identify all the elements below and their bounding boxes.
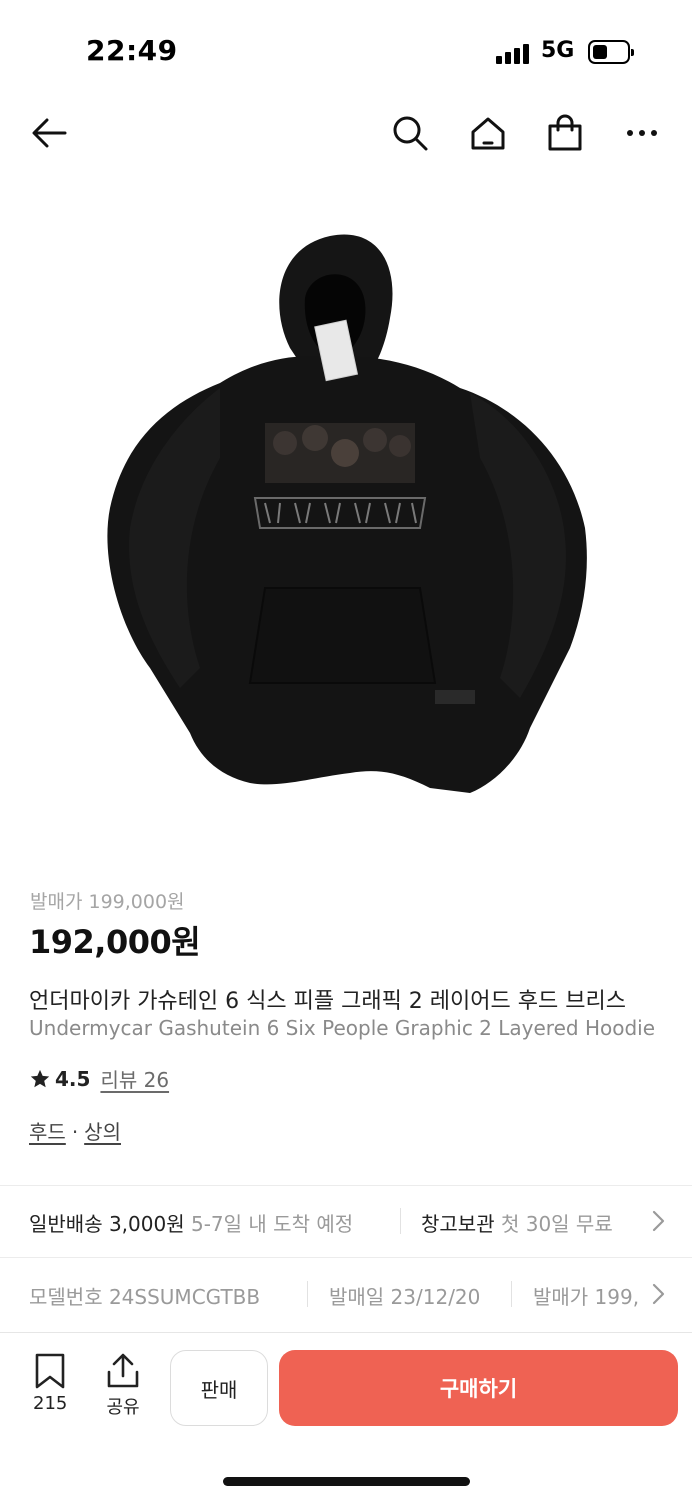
signal-icon: [496, 42, 532, 64]
delivery-fee: 일반배송 3,000원: [29, 1212, 185, 1236]
review-link[interactable]: 리뷰 26: [100, 1064, 169, 1093]
back-button[interactable]: [25, 109, 73, 157]
wishlist-button[interactable]: 215: [33, 1353, 67, 1414]
separator: [307, 1281, 308, 1307]
chevron-right-icon: [652, 1210, 665, 1232]
storage-label: 창고보관: [421, 1212, 495, 1236]
separator: [400, 1208, 401, 1234]
bookmark-icon: [35, 1353, 65, 1389]
category-row: 후드 · 상의: [29, 1116, 121, 1145]
share-icon: [107, 1353, 139, 1388]
star-icon: [30, 1069, 50, 1087]
wishlist-count: 215: [33, 1393, 68, 1414]
rating-value: 4.5: [55, 1066, 91, 1091]
search-button[interactable]: [386, 109, 434, 157]
back-arrow-icon: [32, 118, 67, 148]
share-label: 공유: [106, 1397, 140, 1418]
battery-icon: [588, 40, 634, 64]
category-link-hood[interactable]: 후드: [29, 1120, 66, 1144]
product-meta-row[interactable]: 모델번호 24SSUMCGTBB 발매일 23/12/20 발매가 199,00…: [0, 1258, 692, 1330]
search-icon: [393, 116, 428, 151]
category-separator: ·: [71, 1120, 79, 1144]
shipping-row[interactable]: 일반배송 3,000원 5-7일 내 도착 예정 창고보관 첫 30일 무료: [0, 1186, 692, 1256]
product-title-ko: 언더마이카 가슈테인 6 식스 피플 그래픽 2 레이어드 후드 브리스: [29, 989, 626, 1014]
product-title-en: Undermycar Gashutein 6 Six People Graphi…: [29, 1016, 656, 1040]
category-link-top[interactable]: 상의: [84, 1120, 121, 1144]
share-button[interactable]: 공유: [105, 1352, 141, 1419]
network-label: 5G: [541, 38, 575, 63]
product-price: 192,000원: [29, 923, 201, 961]
cart-button[interactable]: [541, 109, 589, 157]
home-icon: [471, 117, 505, 150]
home-button[interactable]: [464, 109, 512, 157]
delivery-eta: 5-7일 내 도착 예정: [190, 1212, 354, 1236]
more-icon: [627, 130, 657, 136]
more-button[interactable]: [618, 109, 666, 157]
sell-button[interactable]: 판매: [170, 1350, 268, 1426]
separator: [511, 1281, 512, 1307]
chevron-right-icon: [652, 1283, 665, 1305]
product-image[interactable]: [100, 228, 600, 808]
release-price-label: 발매가 199,000원: [30, 891, 185, 913]
buy-button[interactable]: 구매하기: [279, 1350, 678, 1426]
bottom-action-bar: 215 공유 판매 구매하기: [0, 1332, 692, 1500]
model-number: 모델번호 24SSUMCGTBB: [29, 1285, 261, 1309]
status-bar: 22:49 5G: [0, 0, 692, 100]
release-date: 발매일 23/12/20: [329, 1285, 481, 1309]
status-time: 22:49: [86, 34, 178, 67]
delivery-info: 일반배송 3,000원 5-7일 내 도착 예정: [29, 1208, 353, 1237]
storage-info: 창고보관 첫 30일 무료: [421, 1208, 613, 1237]
rating-row: 4.5 리뷰 26: [29, 1064, 169, 1093]
home-indicator[interactable]: [223, 1477, 470, 1486]
storage-free: 첫 30일 무료: [500, 1212, 613, 1236]
meta-release-price: 발매가 199,000원: [533, 1285, 639, 1309]
shopping-bag-icon: [548, 114, 582, 151]
